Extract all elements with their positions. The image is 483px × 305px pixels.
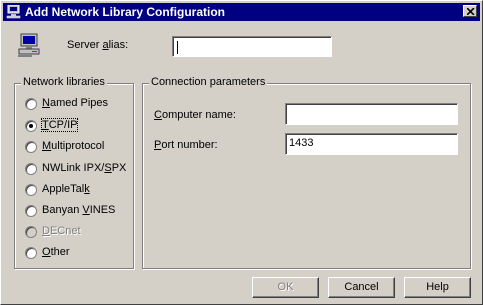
radio-button[interactable]	[25, 163, 37, 175]
radio-label: AppleTalk	[42, 183, 90, 195]
help-button[interactable]: Help	[404, 277, 471, 298]
server-alias-input[interactable]	[172, 36, 332, 57]
port-number-label: Port number:	[154, 139, 218, 151]
server-computer-icon	[17, 33, 43, 62]
connection-parameters-title: Connection parameters	[149, 76, 268, 88]
radio-label: TCP/IP	[40, 118, 79, 132]
connection-parameters-group: Connection parameters Computer name: Por…	[142, 76, 471, 269]
text-caret	[177, 41, 178, 54]
radio-label: Multiprotocol	[42, 140, 105, 152]
radio-button[interactable]	[25, 205, 37, 217]
computer-name-input[interactable]	[285, 103, 458, 125]
radio-button[interactable]	[25, 98, 37, 110]
cancel-button[interactable]: Cancel	[328, 277, 395, 298]
radio-button[interactable]	[25, 141, 37, 153]
network-libraries-title: Network libraries	[21, 76, 107, 88]
ok-button[interactable]: OK	[252, 277, 319, 298]
radio-label: NWLink IPX/SPX	[42, 162, 127, 174]
server-alias-label: Server alias:	[67, 39, 129, 51]
network-computer-icon	[6, 4, 22, 22]
radio-label: Other	[42, 246, 70, 258]
computer-name-label: Computer name:	[154, 109, 236, 121]
port-number-input[interactable]: 1433	[285, 133, 458, 155]
close-button[interactable]	[463, 5, 477, 17]
network-libraries-group: Network libraries Named Pipes TCP/IP Mul…	[14, 76, 134, 269]
radio-button[interactable]	[25, 184, 37, 196]
title-bar[interactable]: Add Network Library Configuration	[3, 3, 480, 21]
radio-button-selected[interactable]	[25, 120, 37, 132]
radio-label: Named Pipes	[42, 97, 109, 109]
radio-button[interactable]	[25, 247, 37, 259]
radio-label: DECnet	[42, 225, 81, 237]
radio-button-disabled	[25, 226, 37, 238]
dialog-window: Add Network Library Configuration Server…	[0, 0, 483, 305]
window-title: Add Network Library Configuration	[25, 5, 226, 19]
close-icon	[467, 8, 475, 15]
radio-label: Banyan VINES	[42, 204, 116, 216]
